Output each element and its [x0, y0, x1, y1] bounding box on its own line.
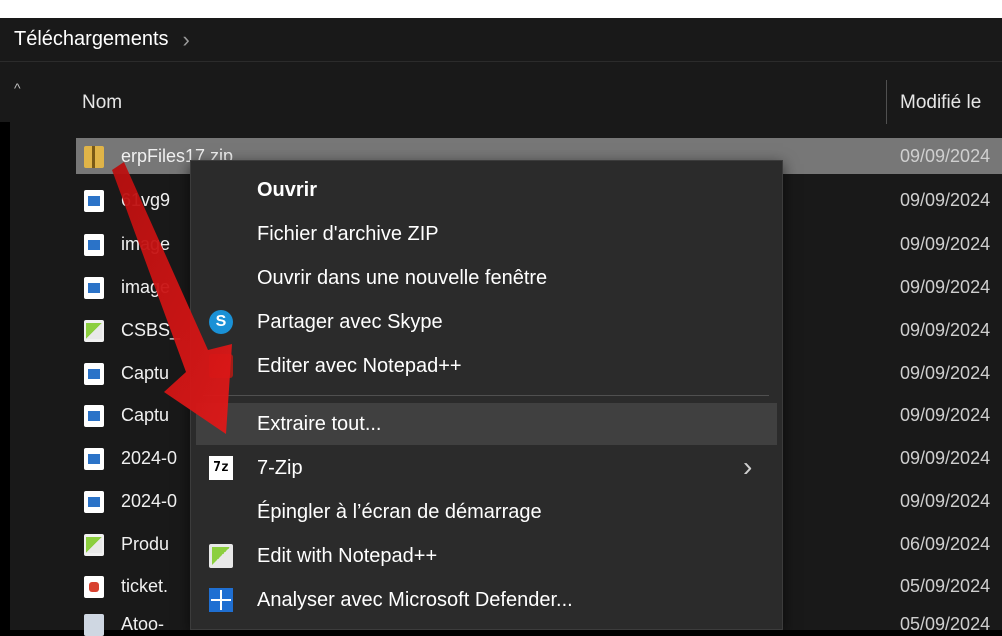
- context-menu: Ouvrir Fichier d'archive ZIP Ouvrir dans…: [190, 160, 783, 630]
- pane-divider: [0, 122, 10, 630]
- menu-item-label: Edit with Notepad++: [257, 545, 438, 567]
- menu-item-share-skype[interactable]: S Partager avec Skype: [191, 301, 782, 343]
- file-name: image: [121, 234, 171, 254]
- file-date: 05/09/2024: [900, 614, 991, 634]
- menu-item-extract-all[interactable]: Extraire tout...: [196, 403, 777, 445]
- chevron-right-icon: ›: [743, 451, 753, 482]
- menu-item-pin-start[interactable]: Épingler à l’écran de démarrage: [191, 491, 782, 533]
- column-header-row: Nom Modifié le: [60, 78, 1002, 126]
- menu-item-label: Ouvrir dans une nouvelle fenêtre: [257, 267, 548, 289]
- menu-item-label: Editer avec Notepad++: [257, 355, 462, 377]
- menu-item-ouvrir[interactable]: Ouvrir: [191, 169, 782, 211]
- image-file-icon: [84, 491, 104, 513]
- file-date: 05/09/2024: [900, 576, 991, 596]
- menu-item-label: 7-Zip: [257, 457, 303, 479]
- file-name: 2024-0: [121, 491, 178, 511]
- windows-defender-icon: [209, 588, 233, 612]
- menu-item-edit-notepadpp[interactable]: Editer avec Notepad++: [191, 345, 782, 387]
- file-name: ticket.: [121, 576, 169, 596]
- file-name: 61vg9: [121, 190, 171, 210]
- image-file-icon: [84, 234, 104, 256]
- menu-item-scan-defender[interactable]: Analyser avec Microsoft Defender...: [191, 579, 782, 621]
- file-name: image: [121, 277, 171, 297]
- skype-icon: S: [209, 310, 233, 334]
- window-top-strip: [0, 0, 1002, 18]
- breadcrumb-folder[interactable]: Téléchargements: [14, 28, 169, 51]
- menu-item-label: Analyser avec Microsoft Defender...: [257, 589, 573, 611]
- file-date: 09/09/2024: [900, 234, 991, 254]
- notepad-plus-plus-icon: [209, 544, 233, 568]
- menu-item-open-new-window[interactable]: Ouvrir dans une nouvelle fenêtre: [191, 257, 782, 299]
- menu-item-label: Ouvrir: [257, 179, 318, 201]
- file-name: Captu: [121, 363, 170, 383]
- file-date: 09/09/2024: [900, 320, 991, 340]
- breadcrumb[interactable]: Téléchargements ›: [0, 18, 1002, 62]
- column-divider[interactable]: [886, 80, 887, 124]
- image-file-icon: [84, 190, 104, 212]
- menu-item-label: Épingler à l’écran de démarrage: [257, 501, 542, 523]
- breadcrumb-chevron-icon[interactable]: ›: [183, 27, 190, 53]
- column-header-name[interactable]: Nom: [82, 92, 122, 114]
- image-file-icon: [84, 277, 104, 299]
- image-file-icon: [84, 448, 104, 470]
- file-date: 09/09/2024: [900, 190, 991, 210]
- scroll-up-icon[interactable]: ^: [14, 80, 21, 96]
- menu-item-edit-with-notepadpp[interactable]: Edit with Notepad++: [191, 535, 782, 577]
- file-date: 09/09/2024: [900, 277, 991, 297]
- menu-item-label: Extraire tout...: [257, 413, 382, 435]
- image-file-icon: [84, 363, 104, 385]
- menu-item-zip-archive[interactable]: Fichier d'archive ZIP: [191, 213, 782, 255]
- notepad-file-icon: [84, 534, 104, 556]
- file-date: 09/09/2024: [900, 448, 991, 468]
- pdf-file-icon: [84, 576, 104, 598]
- file-date: 09/09/2024: [900, 363, 991, 383]
- menu-item-label: Fichier d'archive ZIP: [257, 223, 439, 245]
- file-name: 2024-0: [121, 448, 178, 468]
- file-date: 09/09/2024: [900, 146, 991, 166]
- file-name: Produ: [121, 534, 170, 554]
- file-date: 09/09/2024: [900, 405, 991, 425]
- file-name: CSBS_: [121, 320, 181, 340]
- seven-zip-icon: 7z: [209, 456, 233, 480]
- file-name: Atoo-: [121, 614, 165, 634]
- zip-folder-icon: [84, 146, 104, 168]
- column-header-modified[interactable]: Modifié le: [900, 92, 981, 114]
- image-file-icon: [84, 405, 104, 427]
- notepad-plus-plus-icon: [209, 354, 233, 378]
- file-date: 06/09/2024: [900, 534, 991, 554]
- menu-item-label: Partager avec Skype: [257, 311, 443, 333]
- menu-item-7zip[interactable]: 7z 7-Zip ›: [191, 447, 782, 489]
- notepad-file-icon: [84, 320, 104, 342]
- app-file-icon: [84, 614, 104, 636]
- menu-separator: [203, 395, 769, 396]
- file-date: 09/09/2024: [900, 491, 991, 511]
- file-name: Captu: [121, 405, 170, 425]
